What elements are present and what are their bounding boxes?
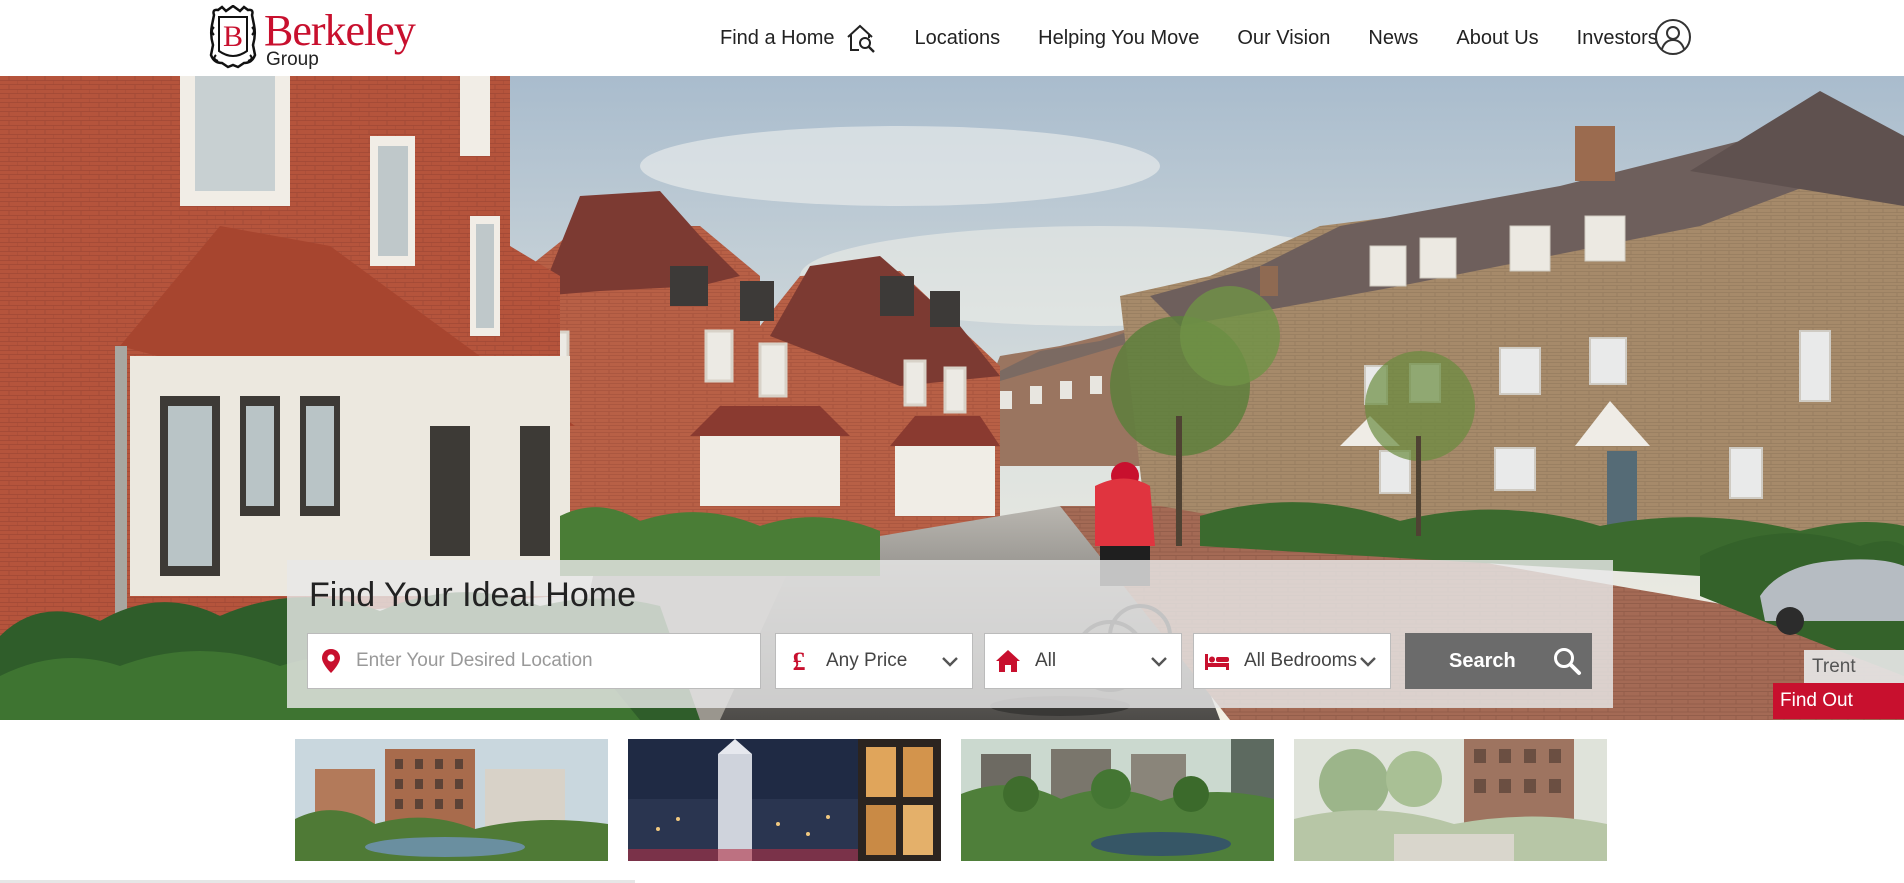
nav-about-us[interactable]: About Us — [1456, 27, 1538, 50]
house-icon — [993, 646, 1023, 676]
development-image-2 — [628, 739, 941, 861]
chevron-down-icon — [1151, 657, 1167, 667]
development-image-1 — [295, 739, 608, 861]
nav-news[interactable]: News — [1368, 27, 1418, 50]
location-input[interactable] — [356, 650, 736, 672]
map-pin-icon — [316, 646, 346, 676]
development-name-label: Trent Park — [1804, 650, 1904, 711]
search-button[interactable]: Search — [1405, 633, 1592, 689]
pound-icon: £ — [784, 646, 814, 676]
property-type-value: All — [1035, 650, 1057, 671]
development-image-4 — [1294, 739, 1607, 861]
nav-our-vision[interactable]: Our Vision — [1237, 27, 1330, 50]
brand-name: Berkeley — [264, 6, 416, 55]
nav-helping-you-move[interactable]: Helping You Move — [1038, 27, 1199, 50]
search-icon — [1553, 648, 1581, 675]
svg-text:B: B — [223, 20, 243, 53]
development-thumbnail-3[interactable] — [961, 739, 1274, 861]
svg-text:£: £ — [793, 648, 806, 674]
home-search-panel: Find Your Ideal Home £ Any Price All — [287, 560, 1613, 708]
house-search-icon — [846, 24, 875, 53]
development-image-3 — [961, 739, 1274, 861]
main-nav: Find a Home Locations Helping You Move O… — [720, 18, 1696, 58]
nav-locations[interactable]: Locations — [915, 27, 1001, 50]
search-title: Find Your Ideal Home — [309, 576, 636, 614]
development-thumbnail-1[interactable] — [295, 739, 608, 861]
site-header: B Berkeley Group Find a Home Locations H… — [0, 0, 1904, 76]
crest-icon: B — [209, 5, 257, 69]
find-out-more-button[interactable]: Find Out More — [1773, 683, 1904, 747]
chevron-down-icon — [1360, 657, 1376, 667]
nav-find-a-home-label: Find a Home — [720, 26, 835, 49]
logo-wordmark: Berkeley Group — [264, 5, 416, 70]
location-field[interactable] — [307, 633, 761, 689]
bedrooms-select[interactable]: All Bedrooms — [1193, 633, 1391, 689]
user-account-icon[interactable] — [1654, 18, 1692, 56]
search-button-label: Search — [1449, 649, 1516, 672]
nav-find-a-home[interactable]: Find a Home — [720, 22, 877, 54]
brand-sub: Group — [266, 49, 319, 70]
chevron-down-icon — [942, 657, 958, 667]
price-select[interactable]: £ Any Price — [775, 633, 973, 689]
property-type-select[interactable]: All — [984, 633, 1182, 689]
hero-banner: Find Your Ideal Home £ Any Price All — [0, 76, 1904, 720]
price-value: Any Price — [826, 650, 908, 671]
bed-icon — [1202, 646, 1232, 676]
berkeley-group-logo[interactable]: B Berkeley Group — [208, 4, 416, 70]
bedrooms-value: All Bedrooms — [1244, 650, 1357, 671]
nav-investors[interactable]: Investors — [1577, 27, 1658, 50]
development-thumbnail-2[interactable] — [628, 739, 941, 861]
development-thumbnail-4[interactable] — [1294, 739, 1607, 861]
